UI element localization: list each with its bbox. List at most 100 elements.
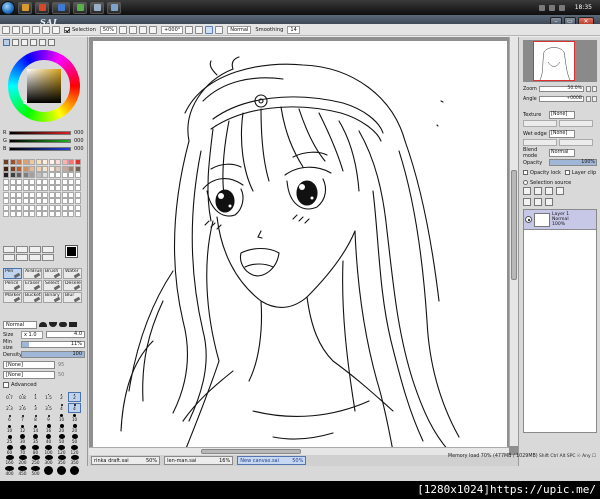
swatch[interactable] [74,211,81,217]
brush-size-preset[interactable]: 1 [29,392,42,402]
brush-bucket[interactable]: Bucket [23,292,42,303]
swatch[interactable] [9,172,16,178]
brush-size-preset[interactable]: 80 [29,444,42,455]
brush-size-preset[interactable]: 10 [68,413,81,423]
swatch[interactable] [55,159,61,165]
brush-size-preset[interactable]: 100 [42,444,55,455]
taskbar-app-button[interactable] [90,1,104,14]
swatch[interactable] [3,191,9,198]
brush-shape-texture-select[interactable]: [None] [3,370,55,379]
brush-size-preset[interactable]: 300 [42,455,55,465]
swatch[interactable] [22,191,29,198]
swatch[interactable] [3,211,9,217]
brush-size-preset[interactable]: 35 [29,434,42,444]
swatch[interactable] [48,185,55,191]
vertical-scroll-thumb[interactable] [511,170,517,280]
foreground-color[interactable] [65,245,78,258]
swatch[interactable] [55,178,61,185]
brush-size-preset[interactable]: 9 [42,413,55,423]
brush-size-preset[interactable]: 3.5 [42,403,55,413]
swatch[interactable] [68,204,74,211]
swatch[interactable] [74,165,81,172]
size-multiplier-select[interactable]: x 1.0 [21,330,43,339]
swatch[interactable] [16,185,22,191]
redo-icon[interactable] [32,25,40,34]
smoothing-select[interactable]: 14 [287,25,300,34]
clock[interactable]: 18:35 [575,4,592,11]
brush-size-preset[interactable]: 350 [55,455,68,465]
swatch[interactable] [42,165,48,172]
swatch[interactable] [61,172,68,178]
swatch[interactable] [55,204,61,211]
brush-size-preset[interactable]: 2 [55,392,68,402]
zoom-plus-icon[interactable] [592,86,597,92]
swatch[interactable] [35,204,42,211]
taskbar-app-button[interactable] [73,1,87,14]
swatch[interactable] [42,211,48,217]
brush-size-preset[interactable]: 16 [42,424,55,434]
texture-select[interactable]: [None] [549,110,575,119]
navigator-thumbnail[interactable] [533,41,575,81]
drawing-canvas[interactable] [93,41,507,453]
color-chips[interactable] [64,245,84,262]
brush-marker[interactable]: Marker [3,292,22,303]
scratchpad-mode-icon[interactable] [48,38,55,46]
swatch[interactable] [74,191,81,198]
swatch[interactable] [16,178,22,185]
brush-size-preset[interactable]: 70 [16,444,29,455]
brush-size-preset[interactable]: 120 [55,444,68,455]
swatch[interactable] [16,165,22,172]
brush-size-preset[interactable]: 10 [55,413,68,423]
document-tab[interactable]: len-man.sai 16% [164,456,234,465]
new-canvas-icon[interactable] [2,25,10,34]
tray-network-icon[interactable] [538,4,545,11]
swatch[interactable] [74,159,81,165]
blend-mode-select[interactable]: Normal [549,148,575,157]
swatch[interactable] [22,178,29,185]
brush-size-preset[interactable]: 20 [68,424,81,434]
swatch[interactable] [22,198,29,204]
delete-layer-icon[interactable] [556,187,564,195]
rotate-minus-icon[interactable] [586,96,591,102]
zoom-out-icon[interactable] [119,25,128,34]
swatch[interactable] [3,185,9,191]
brush-size-preset[interactable]: 0.8 [16,392,29,402]
swatch[interactable] [9,204,16,211]
min-size-slider[interactable]: 11% [21,341,85,348]
swatch[interactable] [42,178,48,185]
lasso-icon[interactable] [16,246,28,253]
hand-tool-icon[interactable] [42,254,54,261]
brush-size-preset[interactable]: 10 [3,424,16,434]
swatch[interactable] [55,191,61,198]
swatch[interactable] [9,165,16,172]
r-slider[interactable] [9,130,71,135]
brush-size-preset[interactable]: 40 [42,434,55,444]
swatch[interactable] [74,178,81,185]
swatch[interactable] [48,191,55,198]
rotate-plus-icon[interactable] [592,96,597,102]
swatch[interactable] [48,165,55,172]
zoom-in-icon[interactable] [129,25,138,34]
swatch[interactable] [22,172,29,178]
zoom-reset-icon[interactable] [139,25,148,34]
rotate-right-icon[interactable] [185,25,194,34]
clear-layer-icon[interactable] [545,198,553,206]
swatch[interactable] [35,198,42,204]
swatch[interactable] [68,159,74,165]
rotate-left-icon[interactable] [149,25,158,34]
swatch[interactable] [42,172,48,178]
brush-size-preset[interactable]: 3 [29,403,42,413]
brush-texture-select[interactable]: [None] [3,360,55,369]
brush-size-preset[interactable]: 350 [68,455,81,465]
brush-size-preset[interactable]: 20 [55,424,68,434]
taskbar-browser-button[interactable] [35,1,49,14]
transfer-down-icon[interactable] [523,198,531,206]
brush-size-preset[interactable]: 8 [29,413,42,423]
swatch[interactable] [48,204,55,211]
swatch[interactable] [22,185,29,191]
zoom-field[interactable]: 50% [99,25,118,34]
taskbar-media-button[interactable] [52,1,70,14]
swatch[interactable] [61,198,68,204]
open-icon[interactable] [12,25,20,34]
brush-select[interactable]: Select [43,280,62,291]
